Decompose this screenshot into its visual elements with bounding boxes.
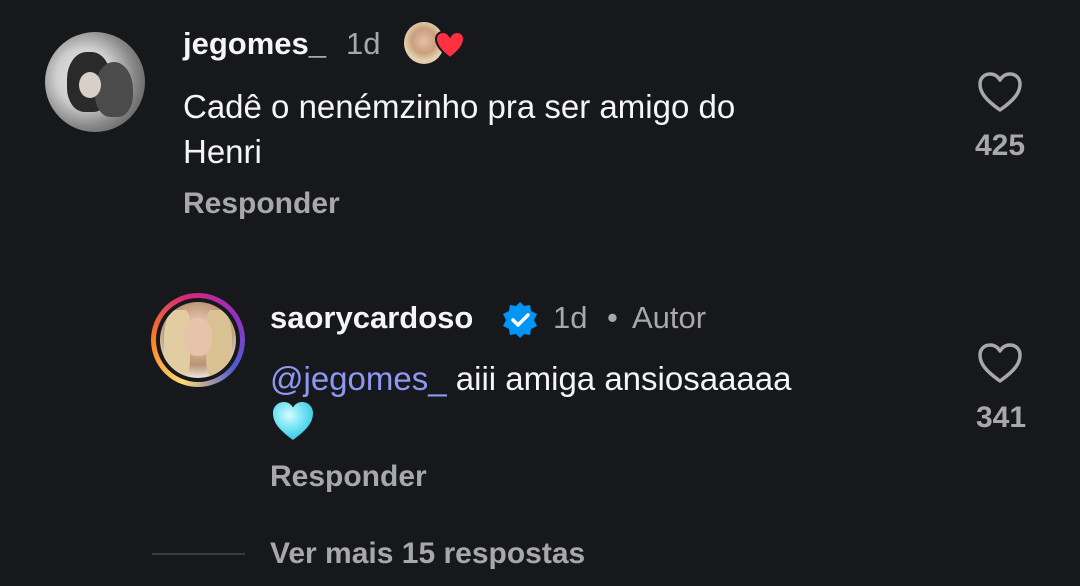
verified-badge-icon xyxy=(503,302,537,338)
meta-separator: • xyxy=(607,300,618,335)
comment-text-line1: Cadê o nenémzinho pra ser amigo do xyxy=(183,88,736,125)
red-heart-icon xyxy=(434,30,466,60)
reply-time: 1d xyxy=(553,300,588,335)
thread-divider xyxy=(152,553,245,555)
mention-link[interactable]: @jegomes_ xyxy=(270,360,447,397)
reply-text: @jegomes_ aiii amiga ansiosaaaaa xyxy=(270,356,791,401)
liked-by-author-badge xyxy=(404,22,466,66)
like-count: 341 xyxy=(975,401,1027,434)
reply-username[interactable]: saorycardoso xyxy=(270,300,473,336)
reply-button[interactable]: Responder xyxy=(183,187,340,221)
comment-text-line2: Henri xyxy=(183,133,262,170)
comment-time: 1d xyxy=(346,26,381,61)
reply-text-content: aiii amiga ansiosaaaaa xyxy=(446,360,792,397)
comment-text: Cadê o nenémzinho pra ser amigo do Henri xyxy=(183,84,735,174)
avatar-jegomes[interactable] xyxy=(45,32,145,132)
like-heart-icon[interactable] xyxy=(976,341,1024,385)
like-count: 425 xyxy=(974,129,1026,162)
avatar-saorycardoso[interactable] xyxy=(151,293,245,387)
comment-username[interactable]: jegomes_ xyxy=(183,26,326,62)
light-blue-heart-icon xyxy=(273,402,313,440)
author-badge: Autor xyxy=(632,300,707,335)
reply-button[interactable]: Responder xyxy=(270,460,427,494)
like-heart-icon[interactable] xyxy=(976,70,1024,114)
see-more-replies-button[interactable]: Ver mais 15 respostas xyxy=(270,537,585,571)
comments-thread: jegomes_ 1d Cadê o nenémzinho pra ser am… xyxy=(0,0,1080,586)
